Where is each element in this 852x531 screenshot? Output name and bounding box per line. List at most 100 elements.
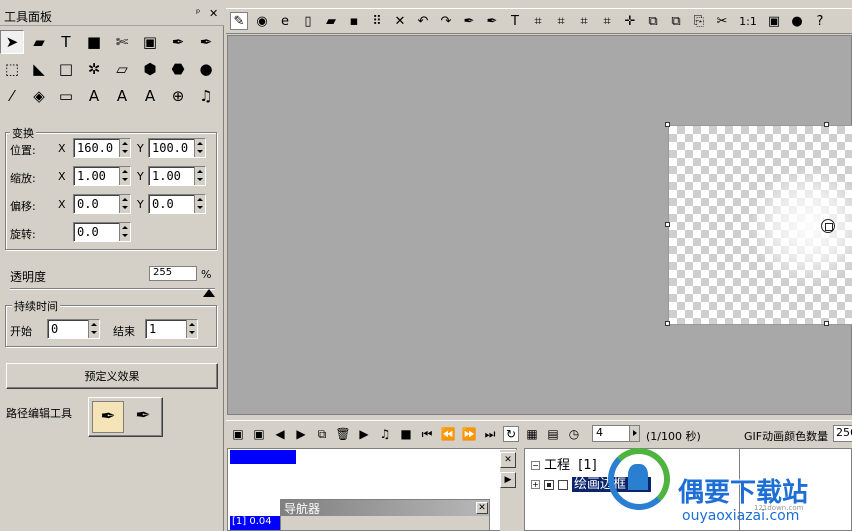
frame-delay-input[interactable]: 4 — [592, 425, 640, 442]
fast-forward-icon[interactable]: ⏩ — [461, 426, 477, 442]
open-folder-icon[interactable]: ▰ — [322, 12, 340, 30]
rectangle-fill-icon[interactable]: ■ — [82, 30, 106, 54]
pen-icon[interactable]: ✎ — [230, 12, 248, 30]
scale-x-input[interactable]: 1.00 — [73, 166, 131, 186]
select-arrow-icon[interactable]: ➤ — [0, 30, 24, 54]
prev-frame-icon[interactable]: ◀ — [272, 426, 288, 442]
pen-minus-icon[interactable]: ✒ — [483, 12, 501, 30]
spin-arrows-icon[interactable] — [194, 167, 205, 185]
position-y-input[interactable]: 100.0 — [148, 138, 206, 158]
spin-arrows-icon[interactable] — [119, 195, 130, 213]
fill-bucket-icon[interactable]: ⬣ — [166, 57, 190, 81]
visible-toggle-icon[interactable] — [544, 479, 554, 490]
gradient-icon[interactable]: ▰ — [27, 30, 51, 54]
close-icon[interactable]: ✕ — [209, 7, 218, 20]
save-icon[interactable]: ▪ — [345, 12, 363, 30]
layout-icon[interactable]: ▤ — [545, 426, 561, 442]
music-note-icon[interactable]: ♫ — [194, 84, 218, 108]
resize-handle[interactable] — [665, 222, 670, 227]
preset-effects-button[interactable]: 预定义效果 — [6, 363, 218, 389]
new-file-icon[interactable]: ▯ — [299, 12, 317, 30]
align-1-icon[interactable]: ⌗ — [529, 12, 547, 30]
resize-handle[interactable] — [665, 122, 670, 127]
spin-arrows-icon[interactable] — [119, 223, 130, 241]
text-t-icon[interactable]: T — [506, 12, 524, 30]
text-tool-icon[interactable]: T — [54, 30, 78, 54]
offset-y-input[interactable]: 0.0 — [148, 194, 206, 214]
spin-arrows-icon[interactable] — [119, 139, 130, 157]
timeline-scrollbar[interactable]: ✕ ▶ — [500, 450, 517, 531]
center-icon[interactable]: ✛ — [621, 12, 639, 30]
align-3-icon[interactable]: ⌗ — [575, 12, 593, 30]
circle-icon[interactable]: ● — [788, 12, 806, 30]
help-icon[interactable]: ? — [811, 12, 829, 30]
text-a-outline-icon[interactable]: A — [138, 84, 162, 108]
offset-x-input[interactable]: 0.0 — [73, 194, 131, 214]
button-shape-icon[interactable]: ▭ — [54, 84, 78, 108]
spin-arrows-icon[interactable] — [194, 195, 205, 213]
pen-edit-icon[interactable]: ✒ — [92, 401, 124, 433]
spin-arrows-icon[interactable] — [119, 167, 130, 185]
browser-e-icon[interactable]: e — [276, 12, 294, 30]
marquee-icon[interactable]: ⬚ — [0, 57, 24, 81]
send-back-icon[interactable]: ⧉ — [667, 12, 685, 30]
tree-root[interactable]: − 工程 [1] — [531, 454, 597, 473]
rewind-icon[interactable]: ⏪ — [440, 426, 456, 442]
eyedropper-icon[interactable]: ⁄ — [0, 84, 24, 108]
clock-icon[interactable]: ◷ — [566, 426, 582, 442]
actual-size-icon[interactable]: 1:1 — [736, 12, 760, 30]
position-x-input[interactable]: 160.0 — [73, 138, 131, 158]
bring-front-icon[interactable]: ⧉ — [644, 12, 662, 30]
color-grid-icon[interactable]: ▦ — [524, 426, 540, 442]
align-2-icon[interactable]: ⌗ — [552, 12, 570, 30]
undo-icon[interactable]: ↶ — [414, 12, 432, 30]
add-frame-2-icon[interactable]: ▣ — [251, 426, 267, 442]
canvas-image[interactable] — [668, 125, 852, 325]
lock-toggle-icon[interactable] — [558, 479, 568, 490]
transform-center-icon[interactable] — [821, 219, 835, 233]
paint-bucket-icon[interactable]: ⬢ — [138, 57, 162, 81]
direct-select-icon[interactable]: ◣ — [27, 57, 51, 81]
pen-remove-icon[interactable]: ✒ — [194, 30, 218, 54]
start-input[interactable]: 0 — [47, 319, 100, 339]
next-frame-icon[interactable]: ▶ — [293, 426, 309, 442]
redo-icon[interactable]: ↷ — [437, 12, 455, 30]
clone-icon[interactable]: ⎘ — [690, 12, 708, 30]
add-frame-icon[interactable]: ▣ — [230, 426, 246, 442]
pen-plus-icon[interactable]: ✒ — [460, 12, 478, 30]
scale-y-input[interactable]: 1.00 — [148, 166, 206, 186]
audio-icon[interactable]: ♫ — [377, 426, 393, 442]
resize-handle[interactable] — [824, 321, 829, 326]
dropdown-arrow-icon[interactable] — [629, 426, 639, 441]
zoom-icon[interactable]: ⊕ — [166, 84, 190, 108]
collapse-icon[interactable]: − — [531, 461, 540, 470]
end-input[interactable]: 1 — [145, 319, 198, 339]
pin-icon[interactable]: ᵖ — [196, 8, 200, 19]
play-icon[interactable]: ▶ — [356, 426, 372, 442]
scroll-right-icon[interactable]: ▶ — [500, 472, 516, 488]
navigator-close-icon[interactable]: ✕ — [476, 502, 488, 514]
pen-add-icon[interactable]: ✒ — [166, 30, 190, 54]
opacity-slider-thumb[interactable] — [203, 289, 215, 297]
resize-handle[interactable] — [665, 321, 670, 326]
spin-arrows-icon[interactable] — [194, 139, 205, 157]
color-swatch-icon[interactable]: ◈ — [27, 84, 51, 108]
opacity-value-field[interactable]: 255 — [149, 266, 197, 281]
opacity-slider-track[interactable] — [10, 288, 215, 290]
pen-add-node-icon[interactable]: ✒ — [127, 401, 159, 433]
image-icon[interactable]: ▣ — [138, 30, 162, 54]
trash-icon[interactable]: 🗑 — [335, 426, 351, 442]
loop-icon[interactable]: ↻ — [503, 426, 519, 442]
magic-wand-icon[interactable]: ✲ — [82, 57, 106, 81]
eraser-icon[interactable]: ▱ — [110, 57, 134, 81]
last-frame-icon[interactable]: ⏭ — [482, 426, 498, 442]
close-small-icon[interactable]: ✕ — [500, 452, 516, 468]
copy-frame-icon[interactable]: ⧉ — [314, 426, 330, 442]
align-4-icon[interactable]: ⌗ — [598, 12, 616, 30]
link-icon[interactable]: ⠿ — [368, 12, 386, 30]
spin-arrows-icon[interactable] — [186, 320, 197, 338]
drop-icon[interactable]: ● — [194, 57, 218, 81]
path-scissor-icon[interactable]: ✄ — [110, 30, 134, 54]
resize-handle[interactable] — [824, 122, 829, 127]
scissors-icon[interactable]: ✂ — [713, 12, 731, 30]
